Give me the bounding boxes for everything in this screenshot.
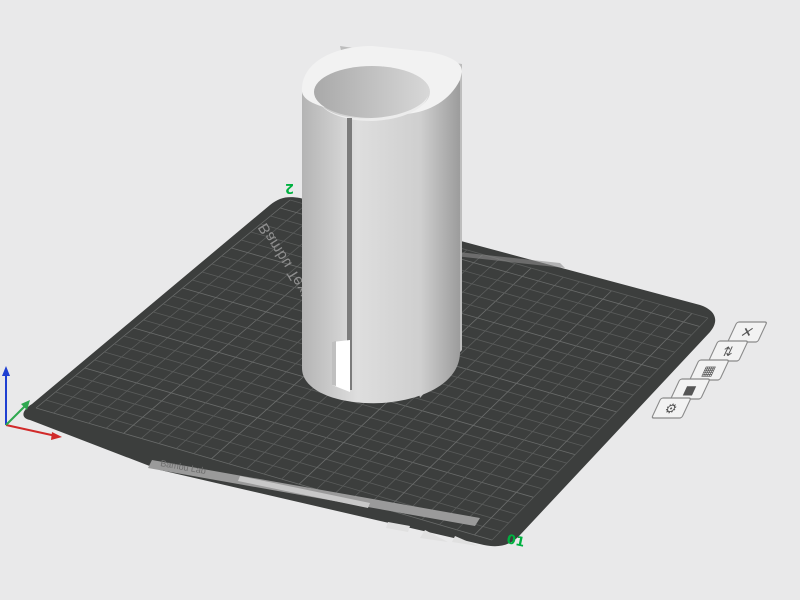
model-slot-edge bbox=[332, 341, 336, 386]
plate-settings-button[interactable]: ⚙ bbox=[651, 397, 691, 419]
z-axis-arrow bbox=[2, 366, 10, 376]
model-object[interactable] bbox=[301, 46, 462, 404]
auto-orient-button[interactable]: ⇅ bbox=[708, 340, 748, 362]
scene-canvas[interactable]: Bambu Lab Bambu Textured PEI Plate 2 01 bbox=[0, 0, 800, 600]
lock-plate-button[interactable]: ■ bbox=[670, 378, 710, 400]
plate-number-left: 2 bbox=[285, 180, 294, 195]
close-plate-button[interactable]: ✕ bbox=[727, 321, 767, 343]
y-axis bbox=[5, 404, 27, 426]
arrange-button[interactable]: ▦ bbox=[689, 359, 729, 381]
plate-number-right: 01 bbox=[505, 532, 526, 550]
3d-viewport[interactable]: Bambu Lab Bambu Textured PEI Plate 2 01 bbox=[0, 0, 800, 600]
x-axis-arrow bbox=[51, 432, 62, 440]
model-body bbox=[302, 72, 460, 404]
